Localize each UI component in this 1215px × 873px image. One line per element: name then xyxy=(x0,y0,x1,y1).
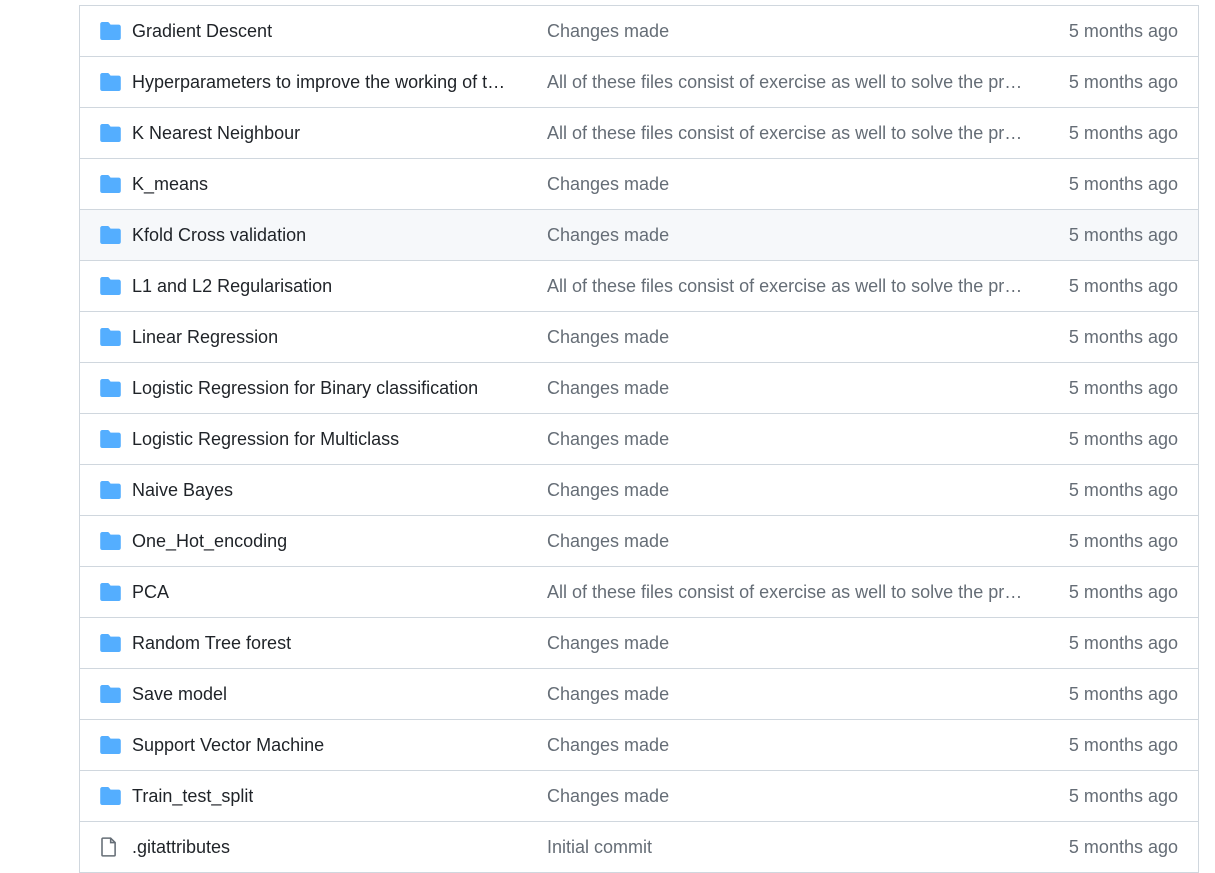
commit-age: 5 months ago xyxy=(1068,633,1178,653)
file-row[interactable]: Logistic Regression for Binary classific… xyxy=(80,363,1198,414)
folder-icon xyxy=(100,124,121,142)
file-name-link[interactable]: Save model xyxy=(132,669,227,719)
file-row[interactable]: Train_test_split Changes made 5 months ago xyxy=(80,771,1198,822)
commit-age: 5 months ago xyxy=(1068,786,1178,806)
file-row[interactable]: Gradient Descent Changes made 5 months ago xyxy=(80,6,1198,57)
commit-message-link[interactable]: Changes made xyxy=(547,618,669,668)
folder-icon xyxy=(100,22,121,40)
folder-icon xyxy=(100,787,121,805)
file-name-link[interactable]: Random Tree forest xyxy=(132,618,291,668)
commit-message-link[interactable]: Changes made xyxy=(547,516,669,566)
folder-icon xyxy=(100,685,121,703)
commit-age: 5 months ago xyxy=(1068,327,1178,347)
file-row[interactable]: K_means Changes made 5 months ago xyxy=(80,159,1198,210)
file-row[interactable]: Save model Changes made 5 months ago xyxy=(80,669,1198,720)
commit-age: 5 months ago xyxy=(1068,378,1178,398)
folder-icon xyxy=(100,583,121,601)
commit-age: 5 months ago xyxy=(1068,72,1178,92)
file-name-link[interactable]: Train_test_split xyxy=(132,771,253,821)
commit-age: 5 months ago xyxy=(1068,225,1178,245)
commit-age: 5 months ago xyxy=(1068,429,1178,449)
file-row[interactable]: Naive Bayes Changes made 5 months ago xyxy=(80,465,1198,516)
file-name-link[interactable]: Hyperparameters to improve the working o… xyxy=(132,57,508,107)
folder-icon xyxy=(100,73,121,91)
commit-age: 5 months ago xyxy=(1068,582,1178,602)
file-row[interactable]: Hyperparameters to improve the working o… xyxy=(80,57,1198,108)
folder-icon xyxy=(100,430,121,448)
commit-age: 5 months ago xyxy=(1068,480,1178,500)
file-row[interactable]: K Nearest Neighbour All of these files co… xyxy=(80,108,1198,159)
file-name-link[interactable]: K Nearest Neighbour xyxy=(132,108,300,158)
file-name-link[interactable]: Naive Bayes xyxy=(132,465,233,515)
file-row[interactable]: PCA All of these files consist of exercis… xyxy=(80,567,1198,618)
file-row[interactable]: Support Vector Machine Changes made 5 mont… xyxy=(80,720,1198,771)
commit-message-link[interactable]: All of these files consist of exercise a… xyxy=(547,261,1025,311)
file-row[interactable]: L1 and L2 Regularisation All of these fil… xyxy=(80,261,1198,312)
commit-message-link[interactable]: Changes made xyxy=(547,669,669,719)
file-name-link[interactable]: Support Vector Machine xyxy=(132,720,324,770)
commit-age: 5 months ago xyxy=(1068,123,1178,143)
file-row[interactable]: Logistic Regression for Multiclass Change… xyxy=(80,414,1198,465)
file-name-link[interactable]: Logistic Regression for Binary classific… xyxy=(132,363,478,413)
file-name-link[interactable]: K_means xyxy=(132,159,208,209)
commit-age: 5 months ago xyxy=(1068,735,1178,755)
file-name-link[interactable]: .gitattributes xyxy=(132,822,230,872)
file-row[interactable]: One_Hot_encoding Changes made 5 months ago xyxy=(80,516,1198,567)
commit-age: 5 months ago xyxy=(1068,531,1178,551)
file-name-link[interactable]: Logistic Regression for Multiclass xyxy=(132,414,399,464)
commit-message-link[interactable]: Changes made xyxy=(547,465,669,515)
file-icon xyxy=(100,837,118,857)
file-name-link[interactable]: Gradient Descent xyxy=(132,6,272,56)
folder-icon xyxy=(100,379,121,397)
commit-message-link[interactable]: Changes made xyxy=(547,312,669,362)
file-row[interactable]: Random Tree forest Changes made 5 months a… xyxy=(80,618,1198,669)
folder-icon xyxy=(100,328,121,346)
commit-age: 5 months ago xyxy=(1068,684,1178,704)
folder-icon xyxy=(100,736,121,754)
commit-message-link[interactable]: Initial commit xyxy=(547,822,652,872)
file-name-link[interactable]: Linear Regression xyxy=(132,312,278,362)
commit-age: 5 months ago xyxy=(1068,174,1178,194)
file-row[interactable]: .gitattributes Initial commit 5 months ago xyxy=(80,822,1198,873)
folder-icon xyxy=(100,175,121,193)
file-list: Gradient Descent Changes made 5 months ago… xyxy=(79,5,1199,873)
folder-icon xyxy=(100,481,121,499)
commit-message-link[interactable]: Changes made xyxy=(547,414,669,464)
file-name-link[interactable]: Kfold Cross validation xyxy=(132,210,306,260)
file-row[interactable]: Linear Regression Changes made 5 months ag… xyxy=(80,312,1198,363)
commit-age: 5 months ago xyxy=(1068,21,1178,41)
file-name-link[interactable]: L1 and L2 Regularisation xyxy=(132,261,332,311)
commit-age: 5 months ago xyxy=(1068,837,1178,857)
commit-message-link[interactable]: All of these files consist of exercise a… xyxy=(547,567,1025,617)
folder-icon xyxy=(100,277,121,295)
file-name-link[interactable]: PCA xyxy=(132,567,169,617)
folder-icon xyxy=(100,634,121,652)
commit-message-link[interactable]: All of these files consist of exercise a… xyxy=(547,108,1025,158)
commit-message-link[interactable]: Changes made xyxy=(547,720,669,770)
commit-message-link[interactable]: Changes made xyxy=(547,6,669,56)
commit-message-link[interactable]: Changes made xyxy=(547,771,669,821)
folder-icon xyxy=(100,226,121,244)
commit-message-link[interactable]: Changes made xyxy=(547,159,669,209)
commit-message-link[interactable]: Changes made xyxy=(547,210,669,260)
file-row[interactable]: Kfold Cross validation Changes made 5 mont… xyxy=(80,210,1198,261)
commit-message-link[interactable]: All of these files consist of exercise a… xyxy=(547,57,1025,107)
commit-age: 5 months ago xyxy=(1068,276,1178,296)
folder-icon xyxy=(100,532,121,550)
commit-message-link[interactable]: Changes made xyxy=(547,363,669,413)
file-name-link[interactable]: One_Hot_encoding xyxy=(132,516,287,566)
